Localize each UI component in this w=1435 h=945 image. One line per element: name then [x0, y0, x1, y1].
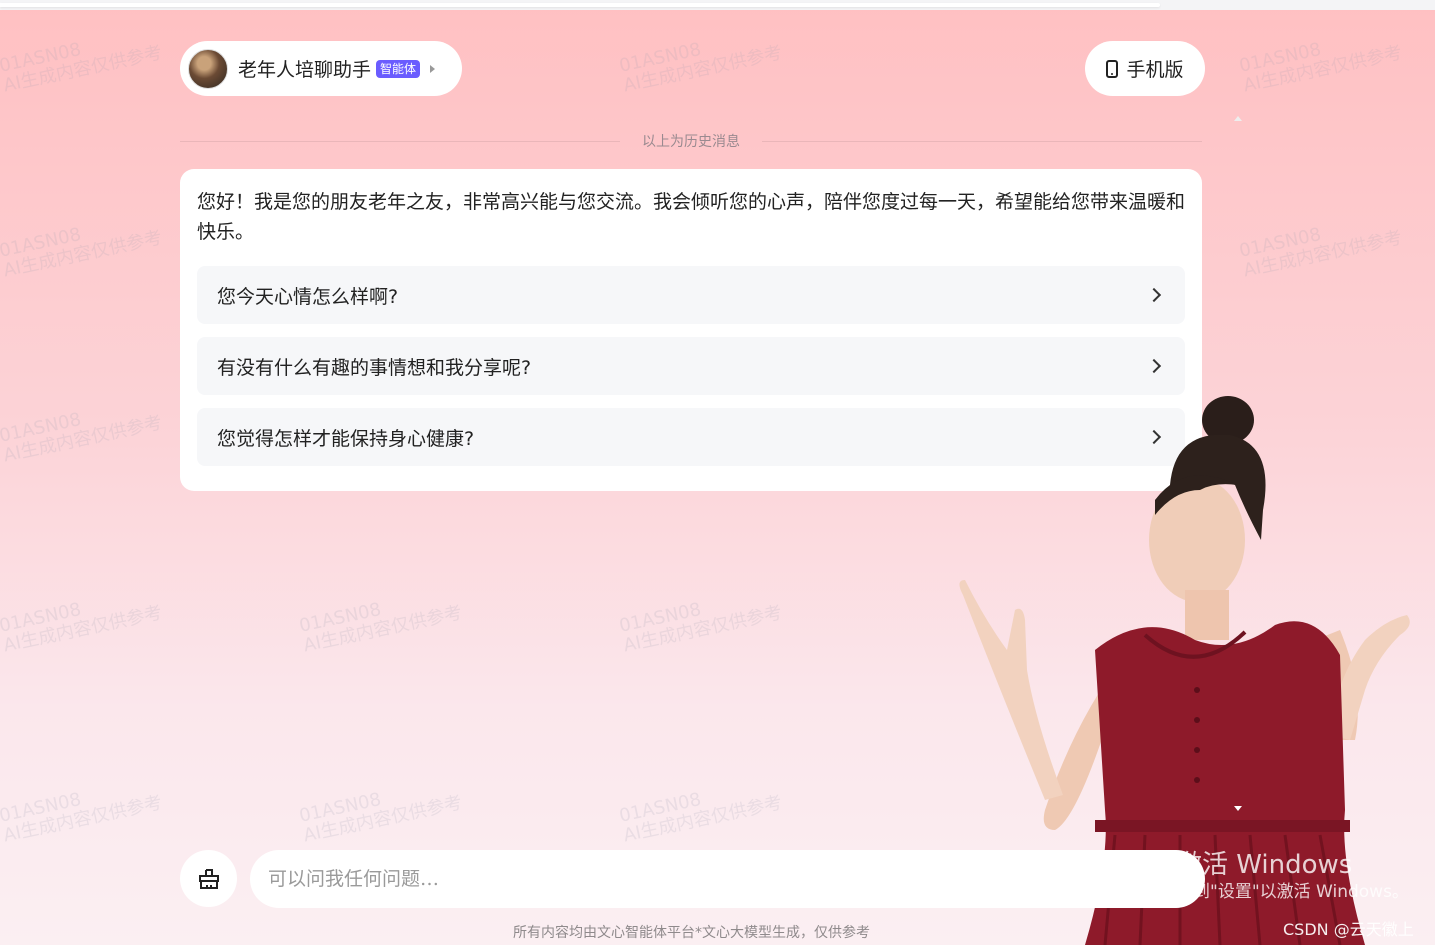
watermark: 01ASN08 AI生成内容仅供参考 — [0, 39, 165, 97]
clear-chat-button[interactable] — [180, 850, 237, 907]
watermark: 01ASN08 AI生成内容仅供参考 — [0, 224, 165, 282]
suggestion-text: 您觉得怎样才能保持身心健康? — [217, 427, 475, 450]
watermark: 01ASN08 AI生成内容仅供参考 — [1237, 224, 1405, 282]
activate-subtitle: 转到"设置"以激活 Windows。 — [1176, 882, 1409, 902]
history-divider: 以上为历史消息 — [180, 130, 1202, 152]
watermark: 01ASN08 AI生成内容仅供参考 — [0, 789, 165, 847]
watermark: 01ASN08 AI生成内容仅供参考 — [297, 789, 465, 847]
watermark: 01ASN08 AI生成内容仅供参考 — [0, 409, 165, 467]
divider-line — [762, 140, 1202, 142]
chevron-right-icon — [1146, 358, 1162, 374]
history-divider-text: 以上为历史消息 — [642, 134, 740, 150]
suggestion-item[interactable]: 您今天心情怎么样啊? — [197, 266, 1185, 324]
agent-info-button[interactable]: 老年人培聊助手 智能体 — [180, 41, 462, 96]
mobile-version-label: 手机版 — [1126, 59, 1184, 81]
activate-title: 激活 Windows — [1176, 850, 1353, 880]
windows-activation-watermark: 激活 Windows 转到"设置"以激活 Windows。 — [1176, 850, 1409, 904]
phone-icon — [1106, 59, 1119, 78]
scroll-down-arrow-icon[interactable] — [1234, 806, 1242, 811]
agent-avatar — [188, 48, 228, 89]
caret-right-icon — [430, 64, 436, 73]
watermark: 01ASN08 AI生成内容仅供参考 — [617, 789, 785, 847]
chevron-right-icon — [1146, 287, 1162, 303]
watermark: 01ASN08 AI生成内容仅供参考 — [617, 599, 785, 657]
csdn-watermark: CSDN @云天徽上 — [1283, 920, 1414, 939]
watermark: 01ASN08 AI生成内容仅供参考 — [617, 39, 785, 97]
watermark: 01ASN08 AI生成内容仅供参考 — [1237, 39, 1405, 97]
suggestion-text: 您今天心情怎么样啊? — [217, 285, 399, 308]
agent-name: 老年人培聊助手 — [238, 59, 372, 81]
agent-badge: 智能体 — [376, 59, 421, 78]
greeting-text: 您好！我是您的朋友老年之友，非常高兴能与您交流。我会倾听您的心声，陪伴您度过每一… — [197, 191, 1186, 243]
scrollbar-horizontal[interactable] — [0, 3, 1160, 7]
browser-top-strip — [0, 0, 1435, 10]
suggestion-item[interactable]: 有没有什么有趣的事情想和我分享呢? — [197, 337, 1185, 395]
mobile-version-button[interactable]: 手机版 — [1085, 41, 1205, 96]
watermark: 01ASN08 AI生成内容仅供参考 — [297, 599, 465, 657]
chat-input[interactable] — [250, 850, 1205, 908]
broom-icon — [198, 868, 219, 889]
watermark: 01ASN08 AI生成内容仅供参考 — [0, 599, 165, 657]
divider-line — [180, 140, 620, 142]
footer-disclaimer: 所有内容均由文心智能体平台*文心大模型生成，仅供参考 — [513, 925, 870, 941]
suggestion-text: 有没有什么有趣的事情想和我分享呢? — [217, 356, 532, 379]
scroll-up-arrow-icon[interactable] — [1234, 116, 1242, 121]
